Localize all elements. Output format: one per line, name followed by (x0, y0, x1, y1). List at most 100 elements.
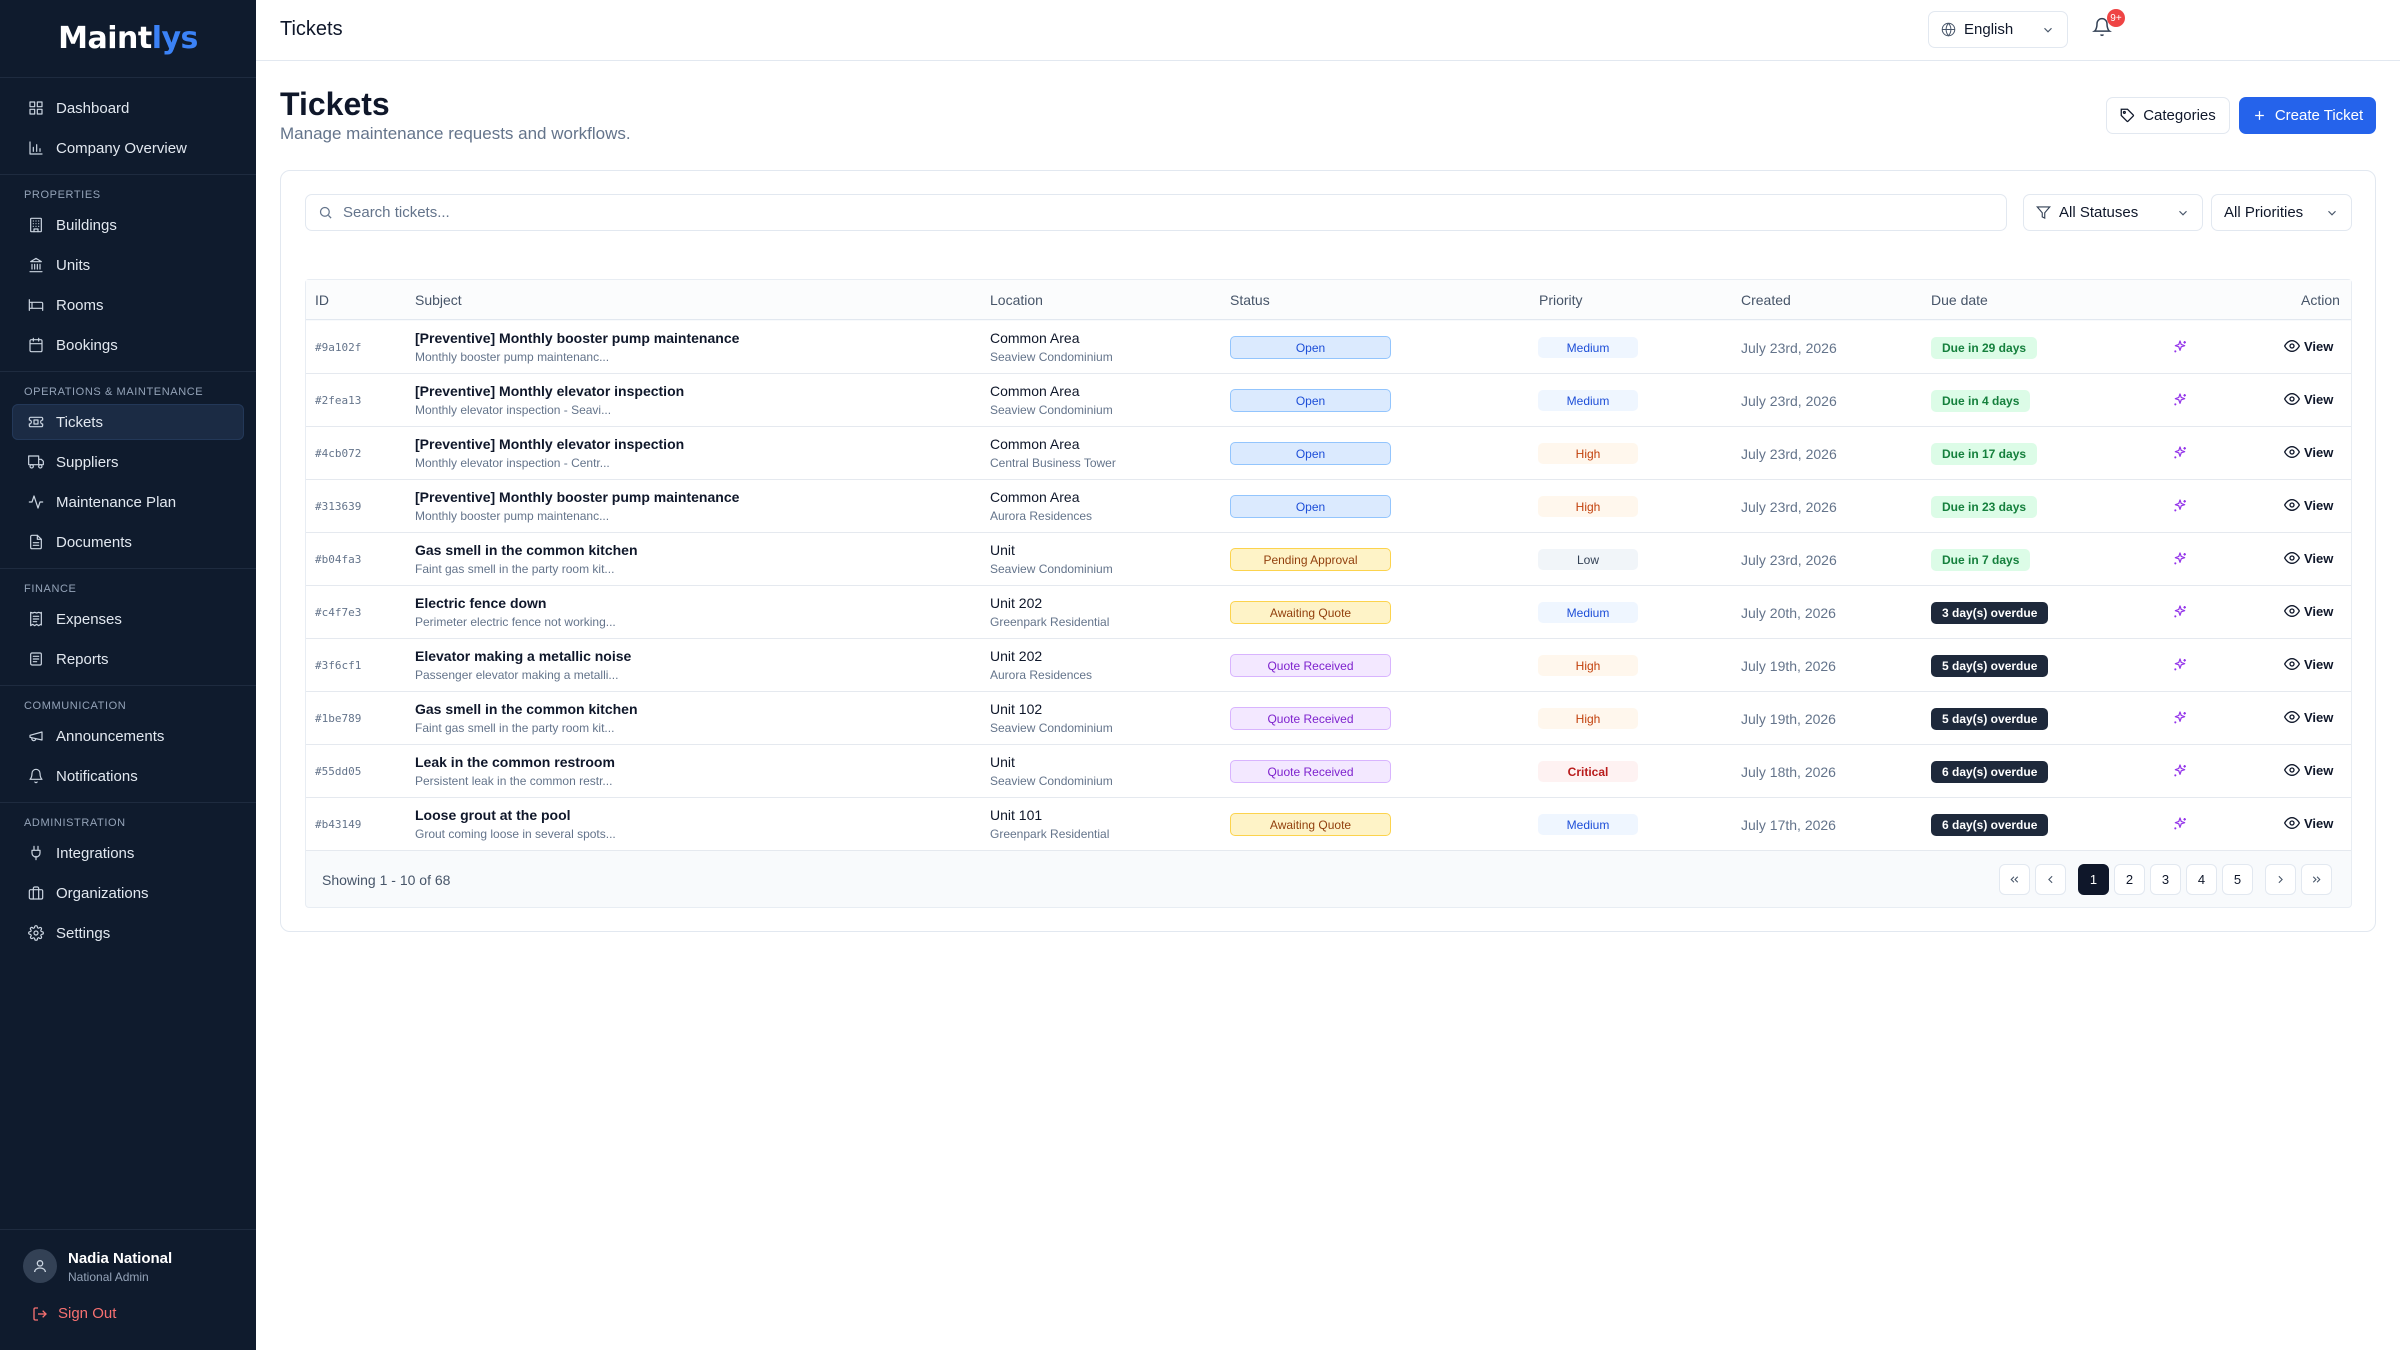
ai-assist-button[interactable] (2172, 604, 2188, 620)
priority-filter-select[interactable]: All Priorities (2211, 194, 2352, 231)
view-ticket-button[interactable]: View (2284, 603, 2333, 619)
ai-assist-button[interactable] (2172, 498, 2188, 514)
sidebar-item-buildings[interactable]: Buildings (12, 207, 244, 243)
ticket-subject[interactable]: Gas smell in the common kitchen (415, 701, 638, 717)
sidebar-item-rooms[interactable]: Rooms (12, 287, 244, 323)
column-header-id[interactable]: ID (315, 292, 329, 308)
due-date-badge: 6 day(s) overdue (1931, 761, 2049, 783)
categories-label: Categories (2143, 107, 2216, 124)
ai-assist-button[interactable] (2172, 816, 2188, 832)
first-page-button[interactable] (1999, 864, 2030, 895)
page-button-1[interactable]: 1 (2078, 864, 2109, 895)
next-page-button[interactable] (2265, 864, 2296, 895)
sidebar-item-company-overview[interactable]: Company Overview (12, 130, 244, 166)
ticket-subject[interactable]: Gas smell in the common kitchen (415, 542, 638, 558)
sidebar-item-expenses[interactable]: Expenses (12, 601, 244, 637)
sidebar-item-maintenance-plan[interactable]: Maintenance Plan (12, 484, 244, 520)
sidebar-item-suppliers[interactable]: Suppliers (12, 444, 244, 480)
page-button-5[interactable]: 5 (2222, 864, 2253, 895)
ticket-subject[interactable]: Loose grout at the pool (415, 807, 571, 823)
priority-filter-value: All Priorities (2224, 204, 2304, 221)
ai-assist-button[interactable] (2172, 551, 2188, 567)
column-header-status[interactable]: Status (1230, 292, 1270, 308)
ticket-subject[interactable]: Elevator making a metallic noise (415, 648, 631, 664)
table-row[interactable]: #1be789 Gas smell in the common kitchen Fa… (306, 692, 2351, 745)
search-box[interactable] (305, 194, 2007, 231)
last-page-button[interactable] (2301, 864, 2332, 895)
ai-assist-button[interactable] (2172, 763, 2188, 779)
view-ticket-button[interactable]: View (2284, 762, 2333, 778)
ticket-id: #55dd05 (315, 765, 362, 778)
ticket-building: Aurora Residences (990, 668, 1093, 682)
ticket-subject[interactable]: [Preventive] Monthly booster pump mainte… (415, 489, 739, 505)
search-input[interactable] (343, 204, 1943, 221)
column-header-due-date[interactable]: Due date (1931, 292, 1988, 308)
ticket-subject[interactable]: [Preventive] Monthly booster pump mainte… (415, 330, 739, 346)
view-ticket-button[interactable]: View (2284, 391, 2333, 407)
sidebar-item-tickets[interactable]: Tickets (12, 404, 244, 440)
view-ticket-button[interactable]: View (2284, 338, 2333, 354)
language-select[interactable]: English (1928, 11, 2068, 48)
column-header-priority[interactable]: Priority (1539, 292, 1583, 308)
sidebar-item-units[interactable]: Units (12, 247, 244, 283)
ticket-description: Perimeter electric fence not working... (415, 615, 616, 629)
ai-assist-button[interactable] (2172, 339, 2188, 355)
sign-out-button[interactable]: Sign Out (32, 1305, 116, 1322)
create-ticket-button[interactable]: Create Ticket (2239, 97, 2376, 134)
status-filter-select[interactable]: All Statuses (2023, 194, 2203, 231)
ai-assist-button[interactable] (2172, 710, 2188, 726)
previous-page-button[interactable] (2035, 864, 2066, 895)
ticket-subject[interactable]: [Preventive] Monthly elevator inspection (415, 383, 684, 399)
table-row[interactable]: #9a102f [Preventive] Monthly booster pump… (306, 321, 2351, 374)
sidebar-item-notifications[interactable]: Notifications (12, 758, 244, 794)
ai-assist-button[interactable] (2172, 445, 2188, 461)
sidebar-item-dashboard[interactable]: Dashboard (12, 90, 244, 126)
view-label: View (2304, 815, 2334, 831)
table-row[interactable]: #55dd05 Leak in the common restroom Persis… (306, 745, 2351, 798)
view-ticket-button[interactable]: View (2284, 709, 2333, 725)
page-button-3[interactable]: 3 (2150, 864, 2181, 895)
sidebar-item-documents[interactable]: Documents (12, 524, 244, 560)
ticket-id: #9a102f (315, 341, 362, 354)
ticket-location: Common Area (990, 489, 1080, 505)
view-ticket-button[interactable]: View (2284, 656, 2333, 672)
sidebar-item-reports[interactable]: Reports (12, 641, 244, 677)
avatar[interactable] (23, 1249, 57, 1283)
sidebar: Maint lys Dashboard Company Overview PROPER… (0, 0, 256, 1350)
view-ticket-button[interactable]: View (2284, 444, 2333, 460)
table-row[interactable]: #4cb072 [Preventive] Monthly elevator ins… (306, 427, 2351, 480)
table-row[interactable]: #313639 [Preventive] Monthly booster pump… (306, 480, 2351, 533)
table-row[interactable]: #3f6cf1 Elevator making a metallic noise P… (306, 639, 2351, 692)
column-header-subject[interactable]: Subject (415, 292, 462, 308)
ticket-subject[interactable]: Leak in the common restroom (415, 754, 615, 770)
sidebar-item-label: Buildings (56, 216, 117, 234)
ticket-description: Monthly elevator inspection - Seavi... (415, 403, 612, 417)
view-label: View (2304, 338, 2334, 354)
sidebar-item-bookings[interactable]: Bookings (12, 327, 244, 363)
ticket-subject[interactable]: [Preventive] Monthly elevator inspection (415, 436, 684, 452)
table-row[interactable]: #c4f7e3 Electric fence down Perimeter elec… (306, 586, 2351, 639)
column-header-location[interactable]: Location (990, 292, 1043, 308)
ai-assist-button[interactable] (2172, 657, 2188, 673)
table-row[interactable]: #b04fa3 Gas smell in the common kitchen Fa… (306, 533, 2351, 586)
sidebar-item-organizations[interactable]: Organizations (12, 875, 244, 911)
user-role: National Admin (68, 1270, 149, 1284)
app-logo[interactable]: Maint lys (0, 0, 256, 78)
sidebar-item-announcements[interactable]: Announcements (12, 718, 244, 754)
view-ticket-button[interactable]: View (2284, 497, 2333, 513)
ticket-created-date: July 19th, 2026 (1741, 711, 1836, 727)
view-ticket-button[interactable]: View (2284, 550, 2333, 566)
sidebar-item-label: Announcements (56, 727, 165, 745)
view-ticket-button[interactable]: View (2284, 815, 2333, 831)
categories-button[interactable]: Categories (2106, 97, 2230, 134)
sidebar-item-integrations[interactable]: Integrations (12, 835, 244, 871)
table-row[interactable]: #2fea13 [Preventive] Monthly elevator ins… (306, 374, 2351, 427)
sidebar-item-settings[interactable]: Settings (12, 915, 244, 951)
page-button-4[interactable]: 4 (2186, 864, 2217, 895)
ticket-subject[interactable]: Electric fence down (415, 595, 546, 611)
table-row[interactable]: #b43149 Loose grout at the pool Grout comi… (306, 798, 2351, 851)
column-header-created[interactable]: Created (1741, 292, 1791, 308)
page-button-2[interactable]: 2 (2114, 864, 2145, 895)
ai-assist-button[interactable] (2172, 392, 2188, 408)
ticket-description: Persistent leak in the common restr... (415, 774, 613, 788)
